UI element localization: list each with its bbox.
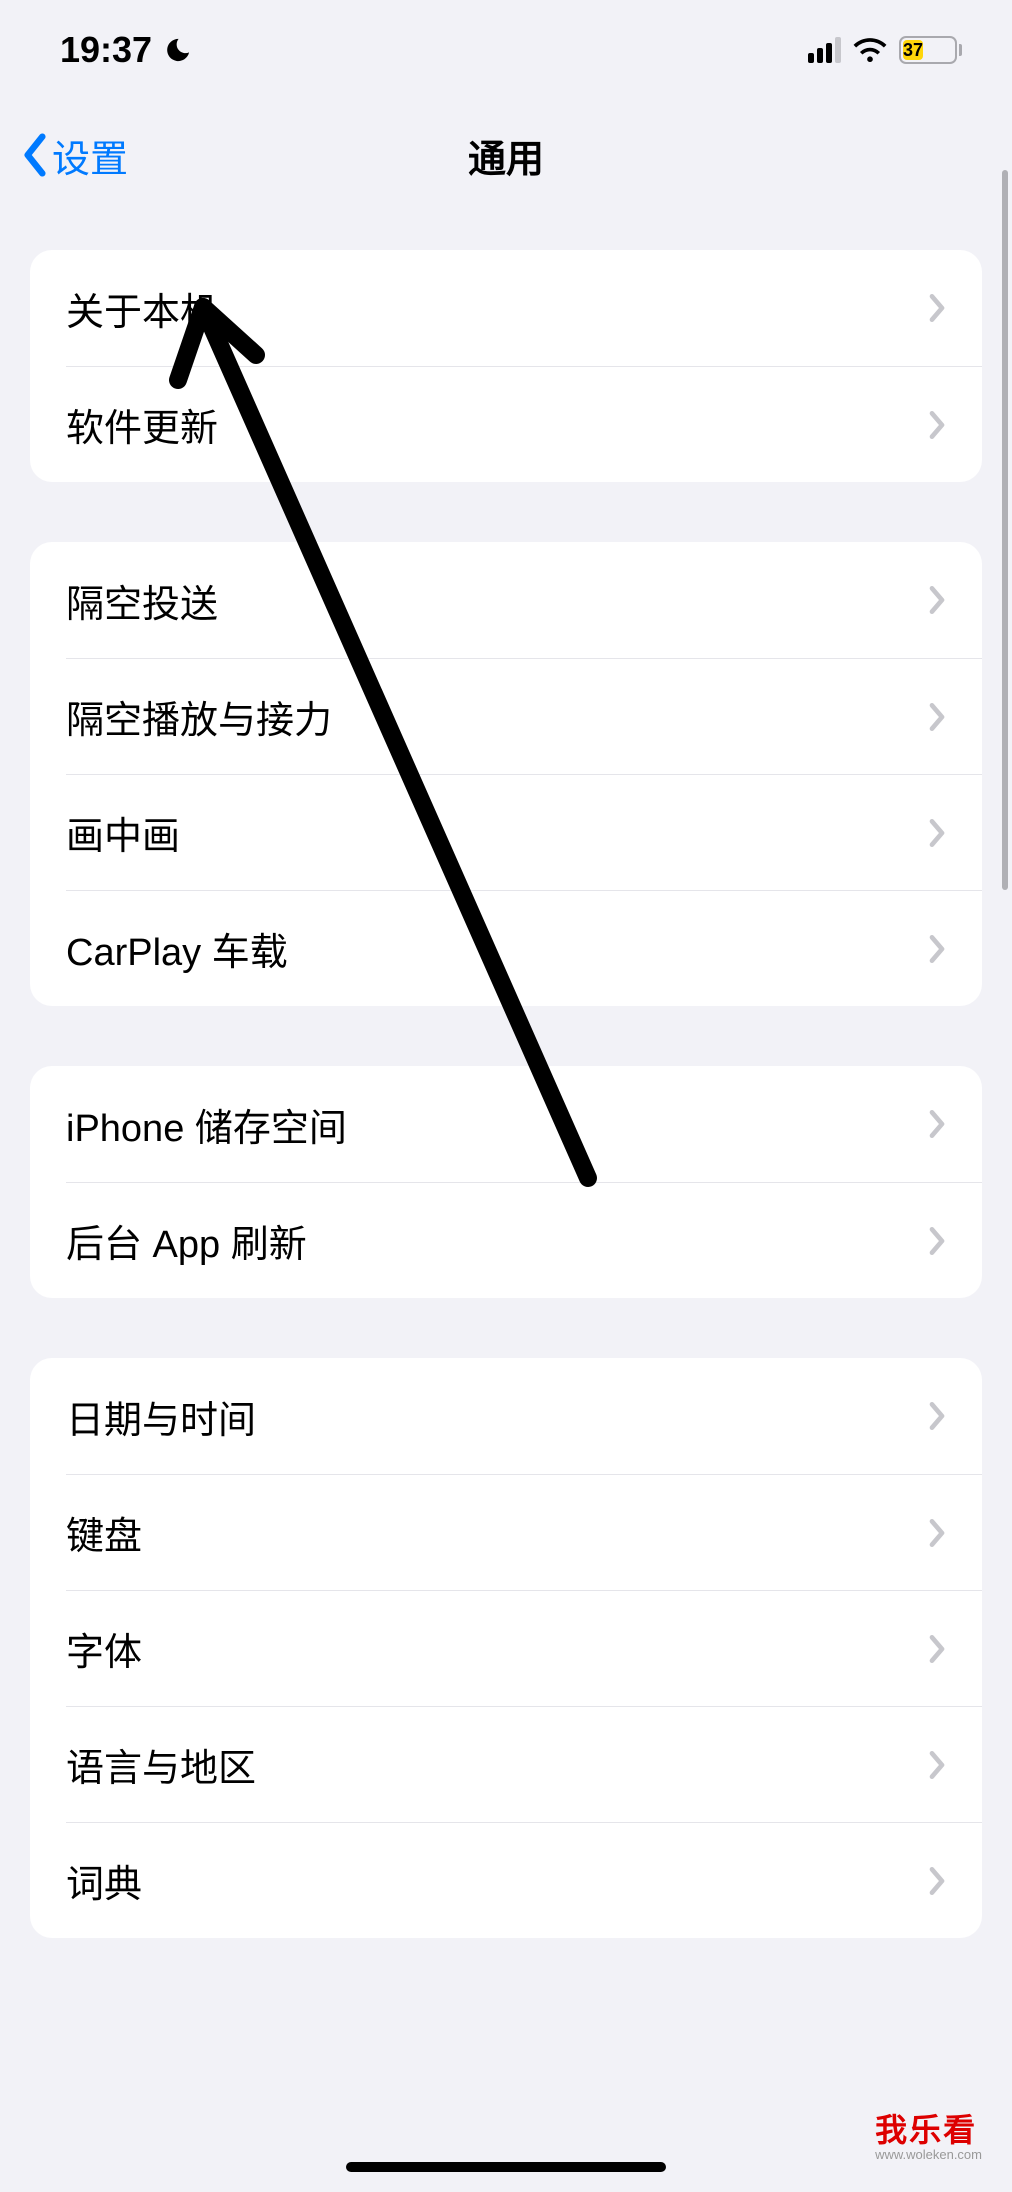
settings-row[interactable]: iPhone 储存空间	[30, 1066, 982, 1182]
chevron-right-icon	[928, 1634, 946, 1664]
settings-row[interactable]: 语言与地区	[66, 1706, 982, 1822]
chevron-right-icon	[928, 1226, 946, 1256]
navigation-bar: 设置 通用	[0, 100, 1012, 210]
settings-row[interactable]: 词典	[66, 1822, 982, 1938]
chevron-right-icon	[928, 818, 946, 848]
wifi-icon	[853, 37, 887, 63]
watermark: 我乐看 www.woleken.com	[875, 2105, 982, 2162]
chevron-right-icon	[928, 1866, 946, 1896]
row-label: 软件更新	[66, 397, 218, 452]
battery-level: 37	[903, 40, 923, 60]
settings-row[interactable]: 关于本机	[30, 250, 982, 366]
do-not-disturb-icon	[164, 36, 192, 64]
status-time: 19:37	[60, 29, 152, 71]
row-label: 语言与地区	[66, 1737, 256, 1792]
row-label: 词典	[66, 1853, 142, 1908]
chevron-right-icon	[928, 585, 946, 615]
settings-row[interactable]: 字体	[66, 1590, 982, 1706]
chevron-right-icon	[928, 293, 946, 323]
settings-list: 关于本机软件更新隔空投送隔空播放与接力画中画 CarPlay 车载 iPhone 储…	[0, 250, 1012, 1938]
row-label: 画中画	[66, 805, 180, 860]
row-label: 键盘	[66, 1505, 142, 1560]
row-label: 日期与时间	[66, 1389, 256, 1444]
settings-group: 关于本机软件更新	[30, 250, 982, 482]
settings-row[interactable]: 软件更新	[66, 366, 982, 482]
row-label: 隔空播放与接力	[66, 689, 332, 744]
scrollbar[interactable]	[1002, 170, 1008, 890]
page-title: 通用	[0, 128, 1012, 183]
chevron-right-icon	[928, 1750, 946, 1780]
settings-row[interactable]: 画中画	[66, 774, 982, 890]
status-bar: 19:37 37	[0, 0, 1012, 100]
back-button[interactable]: 设置	[20, 128, 128, 183]
cellular-icon	[808, 37, 841, 63]
chevron-right-icon	[928, 410, 946, 440]
back-label: 设置	[52, 128, 128, 183]
settings-row[interactable]: 后台 App 刷新	[66, 1182, 982, 1298]
chevron-right-icon	[928, 1518, 946, 1548]
battery-icon: 37	[899, 36, 962, 64]
row-label: 隔空投送	[66, 573, 218, 628]
settings-row[interactable]: 隔空投送	[30, 542, 982, 658]
chevron-right-icon	[928, 702, 946, 732]
watermark-text: 我乐看	[875, 2105, 982, 2151]
status-right: 37	[808, 36, 962, 64]
settings-group: iPhone 储存空间后台 App 刷新	[30, 1066, 982, 1298]
settings-group: 日期与时间键盘字体语言与地区词典	[30, 1358, 982, 1938]
row-label: 后台 App 刷新	[66, 1213, 307, 1268]
chevron-left-icon	[20, 133, 50, 177]
chevron-right-icon	[928, 1109, 946, 1139]
row-label: CarPlay 车载	[66, 921, 288, 976]
settings-row[interactable]: 键盘	[66, 1474, 982, 1590]
row-label: 字体	[66, 1621, 142, 1676]
chevron-right-icon	[928, 934, 946, 964]
settings-group: 隔空投送隔空播放与接力画中画 CarPlay 车载	[30, 542, 982, 1006]
row-label: 关于本机	[66, 281, 218, 336]
settings-row[interactable]: 日期与时间	[30, 1358, 982, 1474]
watermark-url: www.woleken.com	[875, 2147, 982, 2162]
row-label: iPhone 储存空间	[66, 1097, 347, 1152]
settings-row[interactable]: CarPlay 车载	[66, 890, 982, 1006]
chevron-right-icon	[928, 1401, 946, 1431]
status-left: 19:37	[60, 29, 192, 71]
settings-row[interactable]: 隔空播放与接力	[66, 658, 982, 774]
home-indicator	[346, 2162, 666, 2172]
